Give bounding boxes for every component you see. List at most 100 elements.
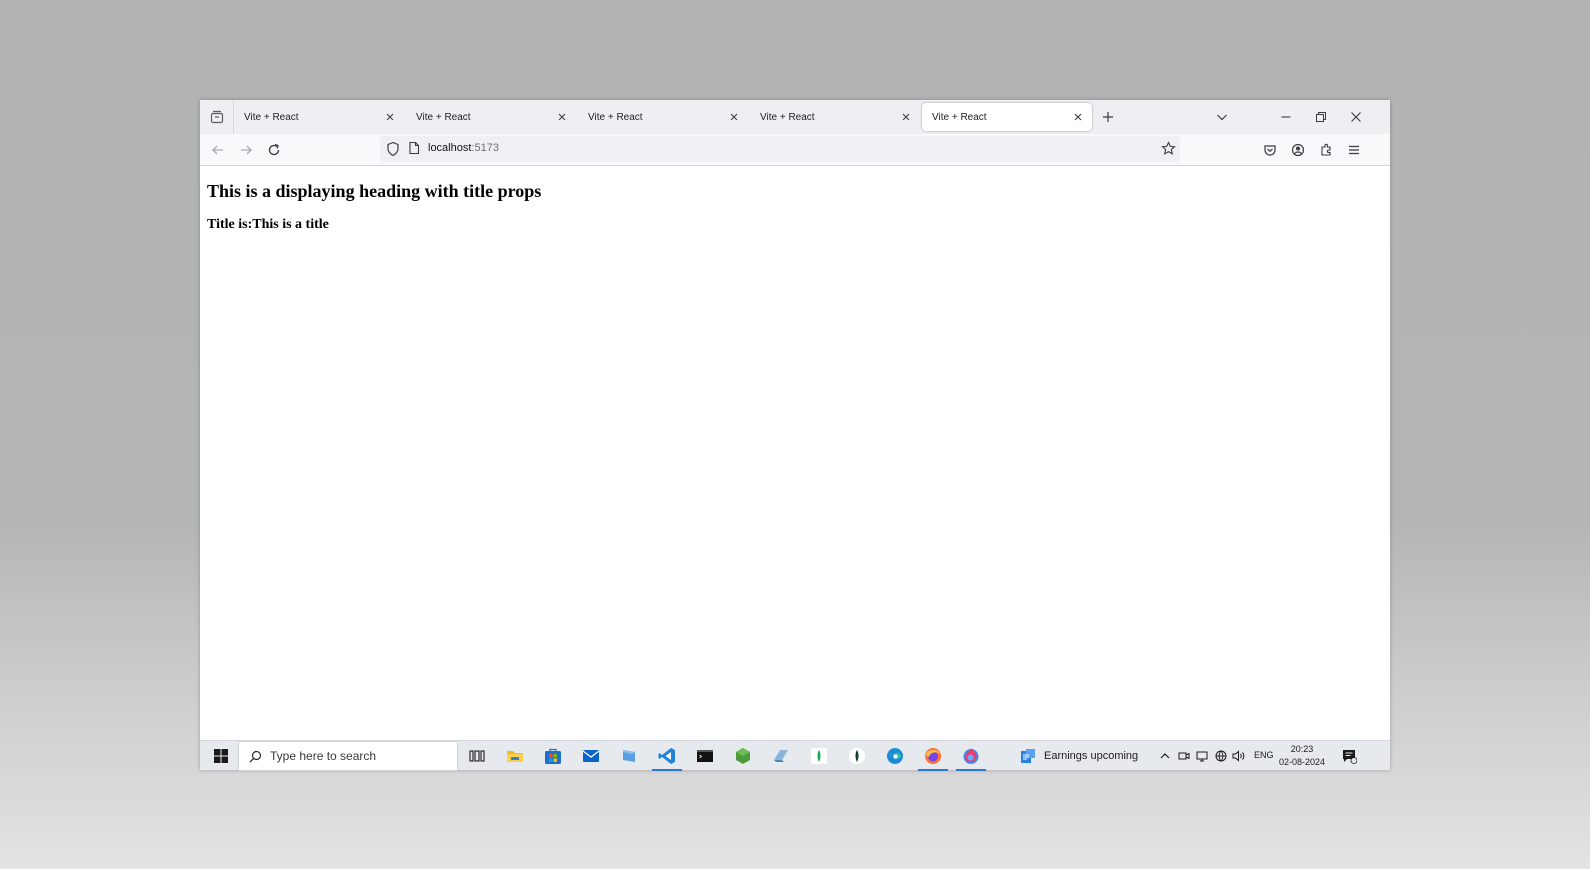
globe-icon	[1215, 750, 1227, 762]
firefox-icon	[925, 748, 941, 764]
tray-device[interactable]	[1194, 747, 1210, 765]
mail-icon	[582, 750, 600, 762]
browser-window: Vite + React Vite + React Vite + React V…	[200, 100, 1390, 771]
page-icon[interactable]	[408, 141, 420, 160]
nodejs-icon	[736, 748, 750, 764]
arrow-right-icon	[241, 145, 252, 155]
tab-close-button[interactable]	[724, 107, 744, 127]
tab-close-button[interactable]	[896, 107, 916, 127]
minimize-button[interactable]	[1274, 105, 1298, 129]
nav-toolbar: localhost:5173	[200, 134, 1390, 166]
arrow-left-icon	[212, 145, 223, 155]
tray-clock[interactable]: 20:23 02-08-2024	[1276, 743, 1328, 769]
taskbar-search-box[interactable]: Type here to search	[238, 741, 458, 771]
start-button[interactable]	[204, 741, 238, 771]
taskbar-app-mail[interactable]	[574, 741, 608, 771]
tab-active[interactable]: Vite + React	[922, 103, 1092, 131]
tab-close-button[interactable]	[552, 107, 572, 127]
shield-icon[interactable]	[386, 141, 400, 162]
url-text[interactable]: localhost:5173	[428, 142, 499, 154]
taskbar-app-firefox[interactable]	[916, 741, 950, 771]
minimize-icon	[1281, 116, 1291, 118]
page-content: This is a displaying heading with title …	[200, 166, 1390, 740]
close-icon	[386, 113, 394, 121]
back-button[interactable]	[206, 138, 230, 162]
tab-title: Vite + React	[588, 111, 643, 123]
tab-strip: Vite + React Vite + React Vite + React V…	[200, 100, 1390, 134]
tray-language[interactable]: ENG	[1254, 750, 1274, 760]
windows-logo-icon	[214, 749, 228, 763]
taskbar-app-nodejs[interactable]	[726, 741, 760, 771]
taskbar: Type here to search Earnings upcoming EN…	[200, 740, 1390, 771]
taskbar-app-store[interactable]	[536, 741, 570, 771]
task-view-button[interactable]	[460, 741, 494, 771]
show-hidden-icons-button[interactable]	[1157, 747, 1173, 765]
mongodb-compass-icon	[811, 748, 827, 764]
firefox-developer-icon	[963, 748, 979, 764]
close-window-button[interactable]	[1344, 105, 1368, 129]
account-button[interactable]	[1286, 138, 1310, 162]
close-icon	[558, 113, 566, 121]
close-icon	[1351, 112, 1361, 122]
notification-icon	[1343, 750, 1357, 764]
taskbar-app[interactable]	[612, 741, 646, 771]
notification-center-button[interactable]	[1338, 746, 1360, 766]
edge-icon	[887, 748, 903, 764]
news-widget[interactable]: Earnings upcoming	[1020, 741, 1138, 771]
tab-title: Vite + React	[416, 111, 471, 123]
url-port: :5173	[471, 142, 499, 154]
taskbar-app-vscode[interactable]	[650, 741, 684, 771]
pocket-icon	[1264, 145, 1276, 156]
url-bar[interactable]: localhost:5173	[380, 136, 1180, 162]
tab[interactable]: Vite + React	[578, 103, 748, 131]
page-subheading: Title is:This is a title	[207, 217, 329, 232]
store-icon	[545, 748, 561, 764]
reload-button[interactable]	[262, 138, 286, 162]
tab[interactable]: Vite + React	[750, 103, 920, 131]
tab-title: Vite + React	[244, 111, 299, 123]
tab[interactable]: Vite + React	[406, 103, 576, 131]
pocket-button[interactable]	[1258, 138, 1282, 162]
news-text: Earnings upcoming	[1044, 750, 1139, 762]
page-heading: This is a displaying heading with title …	[207, 181, 542, 201]
vscode-icon	[658, 748, 675, 764]
app-icon	[774, 750, 788, 762]
restore-icon	[1316, 112, 1326, 122]
tab-close-button[interactable]	[1068, 107, 1088, 127]
chevron-up-icon	[1160, 753, 1170, 759]
taskbar-app-file-explorer[interactable]	[498, 741, 532, 771]
new-tab-button[interactable]	[1096, 105, 1120, 129]
bookmark-star-icon[interactable]	[1161, 141, 1176, 161]
taskbar-app-edge[interactable]	[878, 741, 912, 771]
plus-icon	[1103, 112, 1113, 122]
taskbar-app-terminal[interactable]	[688, 741, 722, 771]
taskbar-app-mongodb[interactable]	[840, 741, 874, 771]
taskbar-app-mongodb-compass[interactable]	[802, 741, 836, 771]
tray-volume[interactable]	[1231, 747, 1247, 765]
close-icon	[1074, 113, 1082, 121]
puzzle-icon	[1321, 143, 1331, 156]
monitor-icon	[1196, 751, 1208, 762]
tray-network[interactable]	[1213, 747, 1229, 765]
tab[interactable]: Vite + React	[234, 103, 404, 131]
camera-icon	[1178, 752, 1190, 760]
restore-button[interactable]	[1309, 105, 1333, 129]
news-icon	[1021, 749, 1035, 763]
list-all-tabs-button[interactable]	[1210, 105, 1234, 129]
tab-overview-button[interactable]	[200, 100, 234, 134]
tab-close-button[interactable]	[380, 107, 400, 127]
url-host: localhost	[428, 142, 472, 154]
menu-button[interactable]	[1342, 138, 1366, 162]
chevron-down-icon	[1217, 114, 1227, 121]
account-icon	[1291, 143, 1305, 157]
folder-icon	[507, 751, 523, 762]
taskbar-app[interactable]	[764, 741, 798, 771]
tray-meet-now[interactable]	[1176, 747, 1192, 765]
extensions-button[interactable]	[1314, 138, 1338, 162]
taskbar-app-firefox-developer[interactable]	[954, 741, 988, 771]
close-icon	[730, 113, 738, 121]
tab-overview-icon	[210, 110, 223, 124]
search-icon	[249, 750, 262, 762]
forward-button[interactable]	[234, 138, 258, 162]
terminal-icon	[697, 750, 713, 762]
